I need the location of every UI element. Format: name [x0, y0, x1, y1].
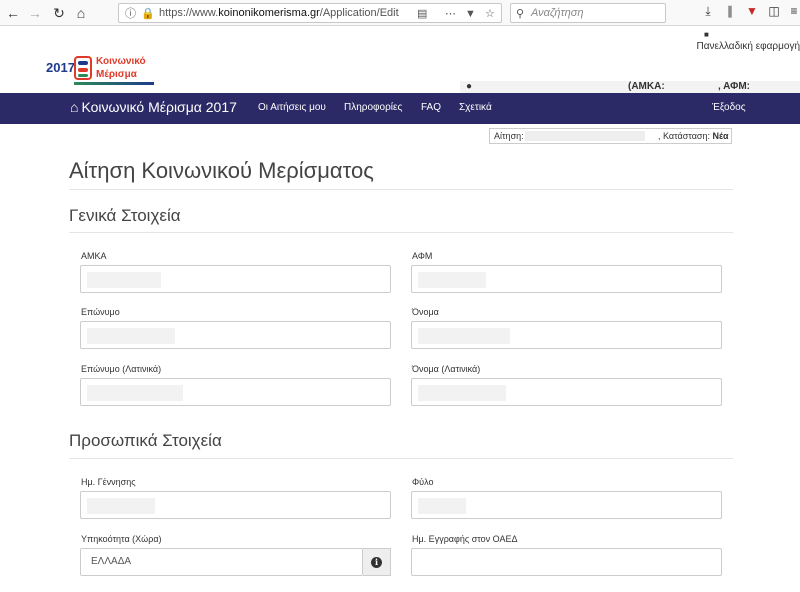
birthdate-value-mask — [87, 498, 155, 514]
home-icon: ⌂ — [70, 99, 79, 115]
home-browser-icon[interactable]: ⌂ — [72, 4, 90, 22]
name-latin-value-mask — [418, 385, 506, 401]
name-field[interactable] — [411, 321, 722, 349]
surname-value-mask — [87, 328, 175, 344]
surname-latin-label: Επώνυμο (Λατινικά) — [81, 364, 162, 374]
section-general-divider — [69, 232, 733, 233]
search-placeholder: Αναζήτηση — [531, 7, 584, 19]
top-strip-text: Πανελλαδική εφαρμογή — [696, 41, 800, 52]
logo-line1: Κοινωνικό — [96, 56, 146, 67]
application-status: Αίτηση: , Κατάσταση: Νέα — [489, 128, 732, 144]
amka-label-field: ΑΜΚΑ — [81, 251, 107, 261]
nav-faq[interactable]: FAQ — [421, 102, 441, 113]
afm-field[interactable] — [411, 265, 722, 293]
section-personal-title: Προσωπικά Στοιχεία — [69, 431, 222, 450]
nav-logout[interactable]: Έξοδος — [712, 102, 746, 113]
surname-latin-field[interactable] — [80, 378, 391, 406]
logo-underline — [74, 82, 154, 85]
title-divider — [69, 189, 733, 190]
surname-label: Επώνυμο — [81, 307, 120, 317]
gender-label: Φύλο — [412, 477, 434, 487]
bookmark-star-icon[interactable]: ☆ — [485, 5, 495, 23]
url-prefix: https://www. — [159, 7, 219, 19]
status-state: , Κατάσταση: Νέα — [658, 129, 729, 143]
logo-year: 2017 — [46, 60, 75, 75]
url-path: /Application/Edit/17 — [319, 7, 399, 19]
name-latin-field[interactable] — [411, 378, 722, 406]
application-label: Αίτηση: — [494, 131, 524, 141]
logo-line2: Μέρισμα — [96, 69, 137, 80]
surname-latin-value-mask — [87, 385, 183, 401]
forward-icon[interactable]: → — [26, 4, 44, 22]
bullet-icon: ■ — [704, 30, 709, 39]
url-text[interactable]: https://www.koinonikomerisma.gr/Applicat… — [159, 4, 399, 22]
amka-label: (ΑΜΚΑ: — [628, 81, 665, 92]
gender-value-mask — [418, 498, 466, 514]
browser-toolbar: ← → ↻ ⌂ ⓘ 🔒 https://www.koinonikomerisma… — [0, 0, 800, 26]
afm-value-mask — [418, 272, 486, 288]
reader-view-icon[interactable]: ▤ — [417, 5, 427, 23]
search-input[interactable]: ⚲ Αναζήτηση — [510, 3, 666, 23]
nav-about[interactable]: Σχετικά — [459, 102, 492, 113]
reload-icon[interactable]: ↻ — [50, 4, 68, 22]
oaed-date-label: Ημ. Εγγραφής στον ΟΑΕΔ — [412, 534, 518, 544]
navbar-brand[interactable]: ⌂ Κοινωνικό Μέρισμα 2017 — [70, 99, 237, 115]
download-icon[interactable]: ⤓ — [700, 4, 716, 19]
page-title: Αίτηση Κοινωνικού Μερίσματος — [69, 158, 374, 183]
page-actions-icon[interactable]: ⋯ — [445, 5, 456, 23]
info-icon: i — [371, 557, 382, 568]
surname-field[interactable] — [80, 321, 391, 349]
application-id — [525, 131, 645, 141]
nav-information[interactable]: Πληροφορίες — [344, 102, 402, 113]
main-navbar: ⌂ Κοινωνικό Μέρισμα 2017 Οι Αιτήσεις μου … — [0, 93, 800, 124]
birthdate-field[interactable] — [80, 491, 391, 519]
state-value: Νέα — [712, 131, 729, 141]
section-personal-divider — [69, 458, 733, 459]
name-label: Όνομα — [412, 307, 439, 317]
menu-icon[interactable]: ≡ — [786, 4, 800, 18]
library-icon[interactable]: ∥ — [722, 4, 738, 18]
gender-field[interactable] — [411, 491, 722, 519]
citizenship-label: Υπηκοότητα (Χώρα) — [81, 534, 162, 544]
user-info-line: ● (ΑΜΚΑ: , ΑΦΜ: — [460, 81, 800, 93]
birthdate-label: Ημ. Γέννησης — [81, 477, 136, 487]
oaed-date-field[interactable] — [411, 548, 722, 576]
afm-label-field: ΑΦΜ — [412, 251, 433, 261]
search-icon: ⚲ — [516, 8, 525, 20]
brand-label: Κοινωνικό Μέρισμα 2017 — [81, 99, 237, 115]
name-latin-label: Όνομα (Λατινικά) — [412, 364, 481, 374]
back-icon[interactable]: ← — [4, 4, 22, 22]
afm-label: , ΑΦΜ: — [718, 81, 751, 92]
url-bar[interactable]: ⓘ 🔒 https://www.koinonikomerisma.gr/Appl… — [118, 3, 502, 23]
nav-my-applications[interactable]: Οι Αιτήσεις μου — [258, 102, 326, 113]
citizenship-info-button[interactable]: i — [363, 548, 391, 576]
site-logo[interactable]: 2017 Κοινωνικό Μέρισμα — [46, 54, 156, 88]
shield-icon[interactable]: ▼ — [744, 4, 760, 18]
url-domain: koinonikomerisma.gr — [218, 7, 320, 19]
amka-value-mask — [87, 272, 161, 288]
lock-icon: 🔒 — [141, 8, 155, 20]
info-circle-icon[interactable]: ⓘ — [125, 5, 136, 23]
citizenship-field[interactable]: ΕΛΛΑΔΑ — [80, 548, 363, 576]
pocket-icon[interactable]: ▼ — [465, 5, 476, 23]
section-general-title: Γενικά Στοιχεία — [69, 206, 181, 225]
user-icon: ● — [466, 81, 473, 92]
state-label: , Κατάσταση: — [658, 131, 710, 141]
amka-field[interactable] — [80, 265, 391, 293]
logo-mark — [74, 56, 92, 80]
sidebar-icon[interactable]: ◫ — [766, 4, 782, 18]
citizenship-value: ΕΛΛΑΔΑ — [91, 556, 132, 567]
name-value-mask — [418, 328, 510, 344]
